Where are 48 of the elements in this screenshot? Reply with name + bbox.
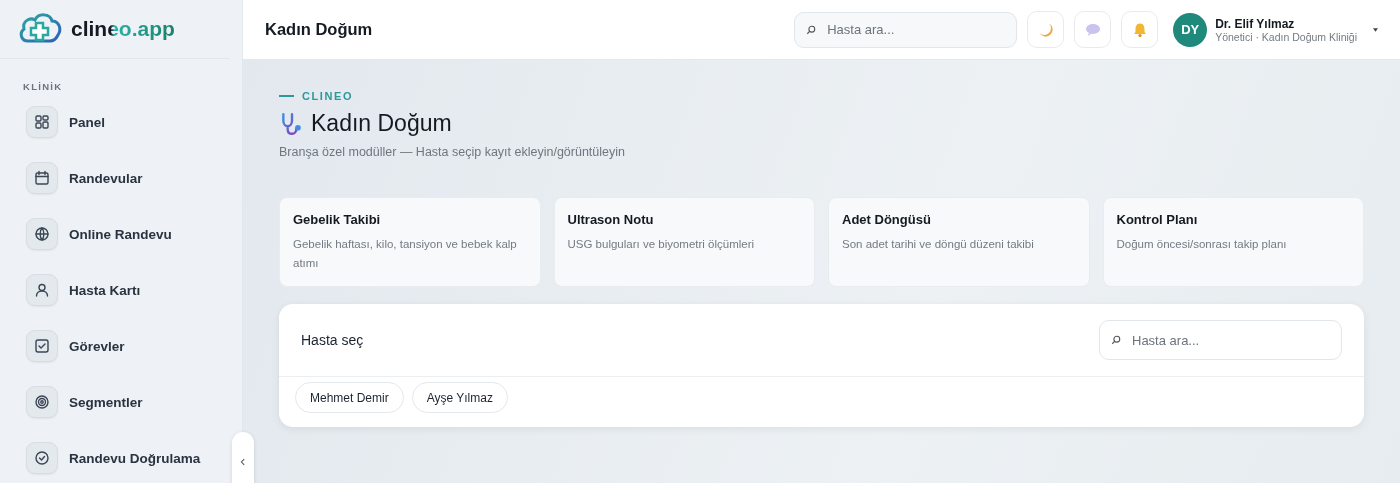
user-role: Yönetici · Kadın Doğum Kliniği: [1215, 30, 1357, 43]
globe-icon: [26, 218, 58, 250]
page-subtitle: Branşa özel modüller — Hasta seçip kayıt ekleyin/görüntüleyin: [279, 145, 626, 159]
section-label: KLİNİK: [22, 80, 64, 92]
card-title: Gebelik Takibi: [293, 212, 382, 227]
patient-chip[interactable]: Ayşe Yılmaz: [411, 382, 508, 413]
messages-button[interactable]: [1074, 11, 1112, 48]
user-icon: [26, 274, 58, 306]
nav-item[interactable]: Randevu Doğrulama: [26, 442, 201, 474]
bell-icon: [1131, 21, 1148, 38]
module-card[interactable]: Kontrol Planı Doğum öncesi/sonrası takip planı: [1102, 197, 1364, 287]
module-card[interactable]: Adet Döngüsü Son adet tarihi ve döngü düzeni takibi: [828, 197, 1090, 287]
avatar[interactable]: DY: [1173, 12, 1208, 47]
card-description: Gebelik haftası, kilo, tansiyon ve bebek kalp atımı: [293, 237, 518, 271]
panel-title: Hasta seç: [301, 332, 364, 348]
collapse-button[interactable]: [232, 432, 254, 483]
caret-icon[interactable]: [1373, 27, 1378, 32]
module-card[interactable]: Gebelik Takibi Gebelik haftası, kilo, tansiyon ve bebek kalp atımı: [279, 197, 541, 287]
page-title: Kadın Doğum: [265, 20, 373, 39]
user-name: Dr. Elif Yılmaz: [1215, 16, 1296, 31]
card-title: Ultrason Notu: [567, 212, 655, 227]
grid-icon: [26, 106, 58, 138]
search-icon: [1111, 335, 1121, 345]
checkbox-icon: [26, 330, 58, 362]
patient-chip[interactable]: Mehmet Demir: [295, 382, 404, 413]
target-icon: [26, 386, 58, 418]
card-description: Doğum öncesi/sonrası takip planı: [1116, 237, 1288, 252]
card-title: Kontrol Planı: [1116, 212, 1199, 227]
speech-bubble-icon: [1084, 22, 1101, 37]
card-description: Son adet tarihi ve döngü düzeni takibi: [842, 237, 1035, 252]
module-card[interactable]: Ultrason Notu USG bulguları ve biyometri ölçümleri: [553, 197, 815, 287]
card-title: Adet Döngüsü: [842, 212, 932, 227]
page-heading: Kadın Doğum: [311, 110, 452, 137]
nav-item[interactable]: Online Randevu: [26, 218, 172, 250]
theme-button[interactable]: [1027, 11, 1065, 48]
card-description: USG bulguları ve biyometri ölçümleri: [567, 237, 756, 252]
nav-item[interactable]: Panel: [26, 106, 106, 138]
search-field[interactable]: Hasta ara...: [794, 11, 1018, 48]
nav-item[interactable]: Hasta Kartı: [26, 274, 141, 306]
search-icon: [806, 24, 817, 35]
nav-item[interactable]: Randevular: [26, 162, 143, 194]
chevron-left-icon: [239, 458, 247, 466]
notifications-button[interactable]: [1121, 11, 1159, 48]
search-field[interactable]: Hasta ara...: [1099, 320, 1342, 360]
eyebrow-label: CLINEO: [302, 90, 354, 102]
calendar-icon: [26, 162, 58, 194]
nav-item[interactable]: Segmentler: [26, 386, 143, 418]
nav-item[interactable]: Görevler: [26, 330, 125, 362]
